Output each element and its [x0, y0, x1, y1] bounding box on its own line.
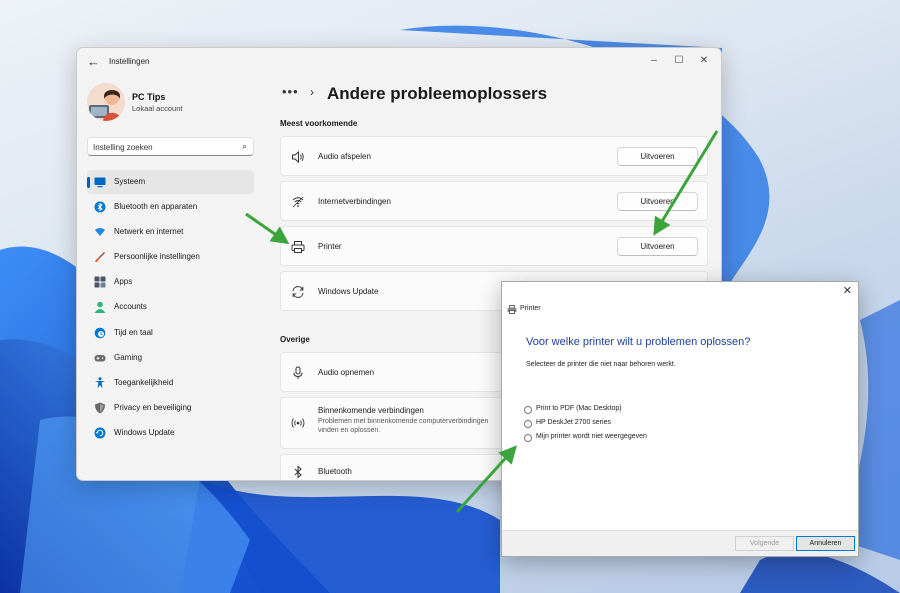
microphone-icon — [293, 366, 303, 379]
minimize-button[interactable]: – — [643, 52, 665, 70]
troubleshooter-description: Problemen met binnenkomende computerverb… — [318, 418, 489, 434]
next-button[interactable]: Volgende — [735, 536, 794, 551]
sidebar-item-label: Tijd en taal — [114, 327, 153, 337]
cancel-button[interactable]: Annuleren — [796, 536, 855, 551]
section-title-common: Meest voorkomende — [280, 119, 358, 128]
printer-icon — [507, 305, 517, 314]
search-icon[interactable]: ⌕ — [242, 141, 247, 152]
dialog-description: Selecteer de printer die niet naar behor… — [526, 361, 676, 368]
dialog-footer: Volgende Annuleren — [502, 530, 858, 556]
sidebar-item-label: Systeem — [114, 177, 146, 186]
breadcrumb-chevron-icon: › — [310, 85, 314, 99]
troubleshooter-label: Windows Update — [318, 287, 379, 296]
settings-titlebar: ← Instellingen – ☐ ✕ — [77, 48, 721, 76]
sidebar-item-label: Gaming — [114, 352, 143, 362]
accessibility-icon — [95, 376, 105, 389]
radio-button[interactable] — [524, 406, 532, 414]
sidebar-item-netwerk[interactable]: Netwerk en internet — [87, 220, 254, 244]
sidebar-item-privacy[interactable]: Privacy en beveiliging — [87, 396, 254, 420]
radio-button[interactable] — [524, 420, 532, 428]
speaker-icon — [292, 150, 304, 164]
troubleshooter-label: Internetverbindingen — [318, 197, 391, 206]
window-title: Instellingen — [109, 57, 150, 66]
printer-troubleshooter-dialog: ✕ Printer Voor welke printer wilt u prob… — [501, 281, 859, 557]
troubleshooter-printer: Printer Uitvoeren — [280, 226, 708, 266]
close-button[interactable]: ✕ — [693, 52, 715, 70]
search-input[interactable] — [93, 141, 233, 153]
radio-label: Print to PDF (Mac Desktop) — [536, 405, 622, 412]
dialog-close-button[interactable]: ✕ — [843, 284, 852, 297]
sidebar-item-label: Windows Update — [114, 427, 175, 437]
breadcrumb-more-button[interactable]: ••• — [282, 84, 299, 99]
radio-button[interactable] — [524, 434, 532, 442]
clock-globe-icon — [94, 327, 106, 338]
sidebar-item-label: Privacy en beveiliging — [114, 402, 192, 412]
radio-label: Mijn printer wordt niet weergegeven — [536, 433, 647, 440]
avatar-image — [87, 83, 125, 121]
sidebar-item-label: Toegankelijkheid — [114, 377, 174, 387]
bluetooth-icon — [94, 201, 106, 213]
troubleshooter-label: Audio afspelen — [318, 152, 371, 161]
sidebar-item-systeem[interactable]: Systeem — [87, 170, 254, 194]
troubleshooter-label: Audio opnemen — [318, 368, 375, 377]
system-icon — [94, 177, 106, 188]
sidebar-item-label: Apps — [114, 277, 133, 287]
sidebar-item-bluetooth[interactable]: Bluetooth en apparaten — [87, 195, 254, 219]
wifi-icon — [292, 196, 304, 208]
brush-icon — [95, 252, 105, 263]
troubleshooter-audio-playback: Audio afspelen Uitvoeren — [280, 136, 708, 176]
sidebar-item-gaming[interactable]: Gaming — [87, 346, 254, 370]
section-title-other: Overige — [280, 335, 310, 344]
sidebar-item-apps[interactable]: Apps — [87, 270, 254, 294]
shield-icon — [95, 402, 105, 414]
apps-icon — [94, 276, 106, 288]
avatar[interactable] — [87, 83, 125, 121]
network-icon — [95, 228, 105, 237]
radio-label: HP DeskJet 2700 series — [536, 419, 611, 426]
maximize-button[interactable]: ☐ — [668, 52, 690, 70]
run-printer-button[interactable]: Uitvoeren — [617, 237, 698, 256]
sidebar-item-label: Persoonlijke instellingen — [114, 252, 200, 262]
troubleshooter-label: Binnenkomende verbindingen — [318, 406, 424, 415]
printer-icon — [291, 241, 305, 253]
troubleshooter-internet: Internetverbindingen Uitvoeren — [280, 181, 708, 221]
sidebar-item-persoonlijk[interactable]: Persoonlijke instellingen — [87, 245, 254, 269]
sidebar-item-accounts[interactable]: Accounts — [87, 295, 254, 319]
settings-search-box[interactable]: ⌕ — [87, 137, 254, 156]
sidebar-item-label: Netwerk en internet — [114, 227, 184, 237]
sidebar-item-toegankelijkheid[interactable]: Toegankelijkheid — [87, 371, 254, 395]
refresh-icon — [292, 286, 304, 298]
sidebar-item-windows-update[interactable]: Windows Update — [87, 421, 254, 445]
run-internet-button[interactable]: Uitvoeren — [617, 192, 698, 211]
page-title: Andere probleemoplossers — [327, 84, 548, 103]
sidebar-item-tijd-taal[interactable]: Tijd en taal — [87, 321, 254, 345]
gamepad-icon — [94, 354, 106, 362]
bluetooth-icon — [294, 465, 302, 479]
accounts-icon — [94, 302, 106, 314]
sidebar-item-label: Accounts — [114, 302, 147, 312]
sidebar-item-label: Bluetooth en apparaten — [114, 202, 198, 212]
dialog-titlebar: ✕ — [502, 282, 858, 306]
back-arrow-icon[interactable]: ← — [87, 55, 101, 69]
troubleshooter-label: Bluetooth — [318, 467, 352, 476]
sidebar-nav: Systeem Bluetooth en apparaten Netwerk e… — [87, 170, 254, 446]
windows-update-icon — [94, 427, 106, 439]
account-type: Lokaal account — [132, 104, 183, 113]
dialog-title: Printer — [520, 305, 541, 312]
troubleshooter-label: Printer — [318, 242, 342, 251]
run-audio-button[interactable]: Uitvoeren — [617, 147, 698, 166]
dialog-heading: Voor welke printer wilt u problemen oplo… — [526, 336, 751, 348]
user-name: PC Tips — [132, 92, 166, 102]
incoming-connections-icon — [291, 418, 305, 428]
